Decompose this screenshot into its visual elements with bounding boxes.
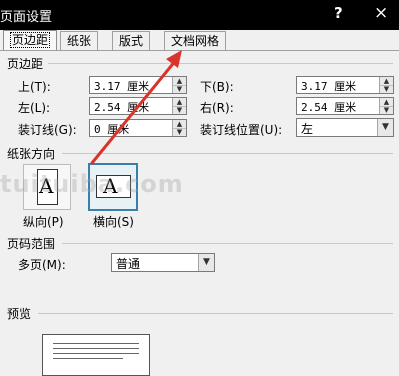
annotation-arrow-icon: [90, 50, 182, 165]
